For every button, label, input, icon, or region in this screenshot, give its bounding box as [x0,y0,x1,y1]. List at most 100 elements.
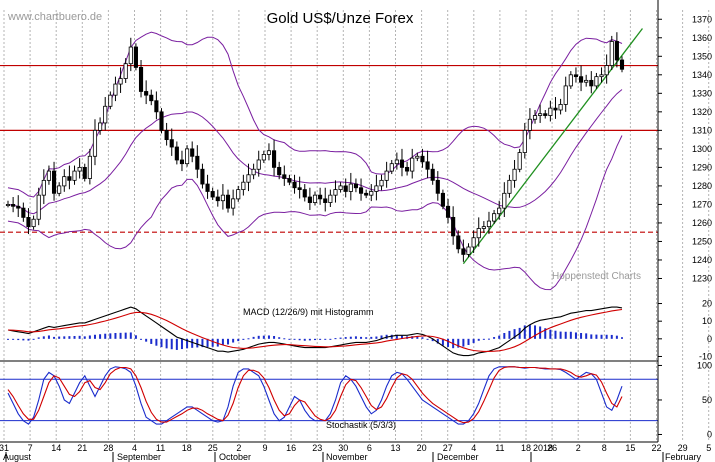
macd-histogram-bar [585,333,588,339]
candle-body [445,205,451,218]
macd-histogram-bar [58,336,61,339]
macd-histogram-bar [334,338,337,340]
macd-histogram-bar [237,338,240,342]
x-tick-label: 14 [51,443,61,453]
x-tick-label: 18 [521,443,531,453]
macd-histogram-bar [493,337,496,339]
candle-body [190,148,195,157]
x-tick-label: 11 [495,443,504,453]
macd-histogram-bar [27,338,30,341]
macd-histogram-bar [375,336,378,339]
candle-body [21,207,26,218]
macd-histogram-bar [22,338,25,341]
candle-body [215,196,220,202]
candle-body [589,79,594,87]
candle-body [307,196,312,203]
x-tick-label: 20 [417,443,427,453]
y-tick-label: 1360 [692,33,712,43]
x-tick-label: 2 [576,443,581,453]
macd-histogram-bar [421,337,424,339]
macd-histogram-bar [78,335,81,339]
candle-body [302,189,307,198]
candle-body [486,220,492,228]
x-tick-label: 23 [312,443,322,453]
candle-body [410,157,415,172]
month-label: October [219,452,251,462]
candle-body [471,237,476,248]
macd-histogram-bar [610,334,613,339]
y-tick-label: 1300 [692,144,712,154]
candle-body [272,150,277,168]
macd-histogram-bar [298,338,301,341]
candle-body [619,59,625,70]
macd-tick-label: 10 [702,316,712,326]
candle-body [609,41,614,66]
macd-histogram-bar [134,335,137,339]
macd-histogram-bar [180,338,183,350]
macd-histogram-bar [324,338,327,340]
candle-body [41,179,46,196]
candle-body [266,150,272,155]
macd-histogram-bar [175,338,178,350]
candle-body [282,174,287,179]
y-tick-label: 1230 [692,273,712,283]
gold-chart: 31 7 14 21 28 4 11 18 25 2 9 16 23 30 6 13 20 27 4 11 18 26 2 8… [0,0,715,462]
candle-body [338,185,343,191]
candle-body [502,192,507,209]
month-label: November [326,452,368,462]
candle-body [527,118,532,131]
macd-histogram-bar [605,334,608,339]
candle-body [584,79,589,83]
candle-body [205,183,210,192]
candle-body [522,129,527,153]
candle-body [568,74,573,87]
candle-body [573,74,579,78]
macd-histogram-bar [319,338,322,340]
candle-body [379,179,384,187]
macd-histogram-bar [12,338,15,340]
macd-histogram-bar [426,338,429,340]
candle-body [594,76,599,87]
macd-histogram-bar [53,336,56,339]
candle-body [333,189,338,196]
candle-body [461,248,466,255]
candle-body [369,191,374,196]
macd-histogram-bar [462,338,465,347]
candle-body [318,194,323,200]
candle-body [394,159,399,165]
candle-body [210,191,215,198]
macd-title: MACD (12/26/9) mit Histogramm [243,307,374,317]
x-tick-label: 21 [77,443,87,453]
candle-body [435,179,440,194]
candle-body [241,181,246,191]
candle-body [374,185,379,192]
chart-title: Gold US$/Unze Forex [267,10,414,27]
month-label: December [437,452,479,462]
macd-histogram-bar [360,336,363,339]
macd-histogram-bar [267,335,270,339]
candle-body [108,94,113,107]
candle-body [614,41,619,61]
candle-body [538,113,543,116]
candle-body [548,107,553,116]
candle-body [231,198,236,209]
watermark-chartbuero: www.chartbuero.de [7,11,102,23]
candle-body [343,185,348,192]
y-tick-label: 1370 [692,14,712,24]
x-tick-label: 15 [625,443,635,453]
candle-body [57,185,62,194]
macd-histogram-bar [145,338,148,342]
candle-body [399,159,405,168]
y-tick-label: 1290 [692,162,712,172]
macd-histogram-bar [528,325,531,339]
candle-body [36,194,41,220]
candle-body [128,46,133,65]
watermark-hoppenstedt: Hoppenstedt Charts [552,271,641,282]
candle-body [292,181,297,189]
macd-histogram-bar [114,333,117,339]
macd-tick-label: 20 [702,299,712,309]
candle-body [251,168,256,176]
candle-body [31,218,36,228]
y-tick-label: 1320 [692,107,712,117]
macd-histogram-bar [68,336,71,339]
